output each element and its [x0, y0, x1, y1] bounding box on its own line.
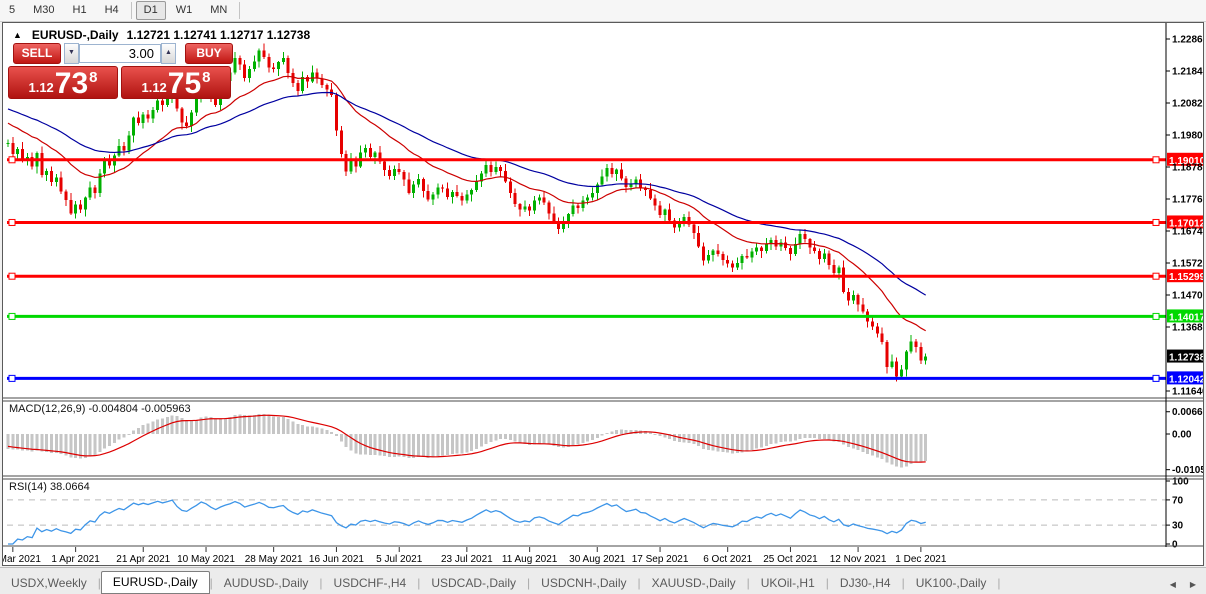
sell-price-main: 73: [54, 67, 89, 100]
tab-uk100-daily[interactable]: UK100-,Daily: [905, 574, 998, 593]
svg-text:25 Oct 2021: 25 Oct 2021: [763, 554, 818, 565]
svg-text:1.21840: 1.21840: [1172, 67, 1203, 78]
tab-usdchf-h4[interactable]: USDCHF-,H4: [323, 574, 418, 593]
tab-audusd-daily[interactable]: AUDUSD-,Daily: [213, 574, 320, 593]
tab-scroll-left-icon[interactable]: ◀: [1170, 580, 1176, 589]
timeframe-5[interactable]: 5: [1, 1, 23, 20]
volume-increase-icon[interactable]: ▲: [161, 43, 176, 64]
buy-price-pip: 8: [202, 69, 211, 86]
ohlc-values: 1.12721 1.12741 1.12717 1.12738: [126, 28, 311, 42]
svg-text:1.12738: 1.12738: [1169, 353, 1203, 364]
date-axis: 14 Mar 2021 1 Apr 2021 21 Apr 2021 10 May 2…: [3, 547, 947, 565]
svg-text:1 Dec 2021: 1 Dec 2021: [895, 554, 947, 565]
timeframe-mn[interactable]: MN: [202, 1, 235, 20]
svg-text:1.14700: 1.14700: [1172, 291, 1203, 302]
level-line-1.14017[interactable]: 1.14017: [7, 309, 1203, 323]
tab-ukoil-h1[interactable]: UKOil-,H1: [750, 574, 826, 593]
svg-text:100: 100: [1172, 477, 1189, 488]
tab-usdcad-daily[interactable]: USDCAD-,Daily: [420, 574, 527, 593]
pane-borders: [3, 23, 1203, 547]
symbol-tab-bar: USDX,Weekly | EURUSD-,Daily | AUDUSD-,Daily |…: [0, 567, 1206, 594]
svg-text:0.006611: 0.006611: [1172, 407, 1203, 418]
sell-button[interactable]: SELL: [13, 43, 61, 64]
collapse-icon[interactable]: ▲: [13, 30, 22, 40]
timeframe-d1[interactable]: D1: [135, 1, 166, 20]
trading-terminal: 5 M30 H1 H4 D1 W1 MN 1.19010 1.17012 1.15299 1.14…: [0, 0, 1206, 594]
toolbar-separator: [239, 2, 241, 19]
tab-dj30-h4[interactable]: DJ30-,H4: [829, 574, 902, 593]
svg-text:1 Apr 2021: 1 Apr 2021: [51, 554, 100, 565]
sell-price-prefix: 1.12: [28, 80, 54, 95]
svg-text:1.20820: 1.20820: [1172, 99, 1203, 110]
chart-window: 1.19010 1.17012 1.15299 1.14017 1.12042 1.127…: [2, 22, 1204, 566]
tab-scroll-right-icon[interactable]: ▶: [1190, 580, 1196, 589]
ma-fast-line: [7, 75, 926, 332]
svg-text:11 Aug 2021: 11 Aug 2021: [502, 554, 558, 565]
svg-text:6 Oct 2021: 6 Oct 2021: [703, 554, 752, 565]
svg-text:5 Jul 2021: 5 Jul 2021: [376, 554, 423, 565]
timeframe-h4[interactable]: H4: [97, 1, 127, 20]
price-chart: 1.190101.170121.152991.140171.120421.127…: [3, 23, 1203, 565]
symbol-label: EURUSD-,Daily: [31, 28, 119, 42]
svg-text:17 Sep 2021: 17 Sep 2021: [632, 554, 689, 565]
svg-text:70: 70: [1172, 495, 1184, 506]
svg-text:1.16740: 1.16740: [1172, 227, 1203, 238]
svg-text:1.22860: 1.22860: [1172, 35, 1203, 46]
svg-text:10 May 2021: 10 May 2021: [177, 554, 235, 565]
sell-price-pip: 8: [89, 69, 98, 86]
price-axis: 1.22860 1.21840 1.20820 1.19800 1.18780 1.177…: [1166, 35, 1203, 551]
macd-label: MACD(12,26,9) -0.004804 -0.005963: [9, 403, 191, 415]
volume-decrease-icon[interactable]: ▼: [64, 43, 79, 64]
tab-usdcnh-daily[interactable]: USDCNH-,Daily: [530, 574, 637, 593]
svg-text:0.00: 0.00: [1172, 430, 1192, 441]
level-line-1.19010[interactable]: 1.19010: [7, 152, 1203, 167]
svg-text:-0.010595: -0.010595: [1172, 465, 1203, 476]
tab-usdx-weekly[interactable]: USDX,Weekly: [0, 574, 98, 593]
svg-text:1.15299: 1.15299: [1169, 272, 1203, 283]
level-line-1.17012[interactable]: 1.17012: [7, 215, 1203, 229]
svg-text:14 Mar 2021: 14 Mar 2021: [3, 554, 41, 565]
current-price-box: 1.12738: [1167, 349, 1203, 364]
svg-text:1.12042: 1.12042: [1169, 374, 1203, 385]
tab-eurusd-daily[interactable]: EURUSD-,Daily: [100, 571, 210, 594]
tab-separator: |: [997, 576, 1001, 590]
volume-input[interactable]: 3.00: [79, 44, 161, 63]
svg-text:30 Aug 2021: 30 Aug 2021: [569, 554, 626, 565]
level-line-1.15299[interactable]: 1.15299: [7, 269, 1203, 283]
timeframe-h1[interactable]: H1: [65, 1, 95, 20]
timeframe-m30[interactable]: M30: [25, 1, 62, 20]
chart-title: ▲ EURUSD-,Daily 1.12721 1.12741 1.12717 …: [13, 28, 310, 42]
buy-price[interactable]: 1.12 75 8: [121, 66, 231, 99]
buy-price-main: 75: [167, 67, 202, 100]
buy-button[interactable]: BUY: [185, 43, 233, 64]
rsi-line: [8, 499, 926, 545]
svg-text:12 Nov 2021: 12 Nov 2021: [830, 554, 887, 565]
svg-text:28 May 2021: 28 May 2021: [245, 554, 303, 565]
toolbar-separator: [130, 2, 132, 19]
svg-text:30: 30: [1172, 521, 1184, 532]
rsi-label: RSI(14) 38.0664: [9, 481, 90, 493]
timeframe-toolbar: 5 M30 H1 H4 D1 W1 MN: [0, 0, 1206, 22]
sell-price[interactable]: 1.12 73 8: [8, 66, 118, 99]
svg-text:1.18780: 1.18780: [1172, 163, 1203, 174]
svg-text:16 Jun 2021: 16 Jun 2021: [309, 554, 364, 565]
svg-text:1.15720: 1.15720: [1172, 259, 1203, 270]
svg-text:21 Apr 2021: 21 Apr 2021: [116, 554, 170, 565]
svg-text:23 Jul 2021: 23 Jul 2021: [441, 554, 493, 565]
svg-text:1.13680: 1.13680: [1172, 323, 1203, 334]
svg-text:0: 0: [1172, 540, 1178, 551]
svg-text:1.19800: 1.19800: [1172, 131, 1203, 142]
svg-text:1.11640: 1.11640: [1172, 387, 1203, 398]
svg-text:1.17760: 1.17760: [1172, 195, 1203, 206]
timeframe-w1[interactable]: W1: [168, 1, 201, 20]
tab-xauusd-daily[interactable]: XAUUSD-,Daily: [641, 574, 747, 593]
one-click-trade-panel: SELL ▼ 3.00 ▲ BUY 1.12 73 8 1.12 75 8: [8, 43, 234, 99]
macd-pane: [6, 413, 928, 468]
level-line-1.12042[interactable]: 1.12042: [7, 371, 1203, 385]
buy-price-prefix: 1.12: [141, 80, 167, 95]
